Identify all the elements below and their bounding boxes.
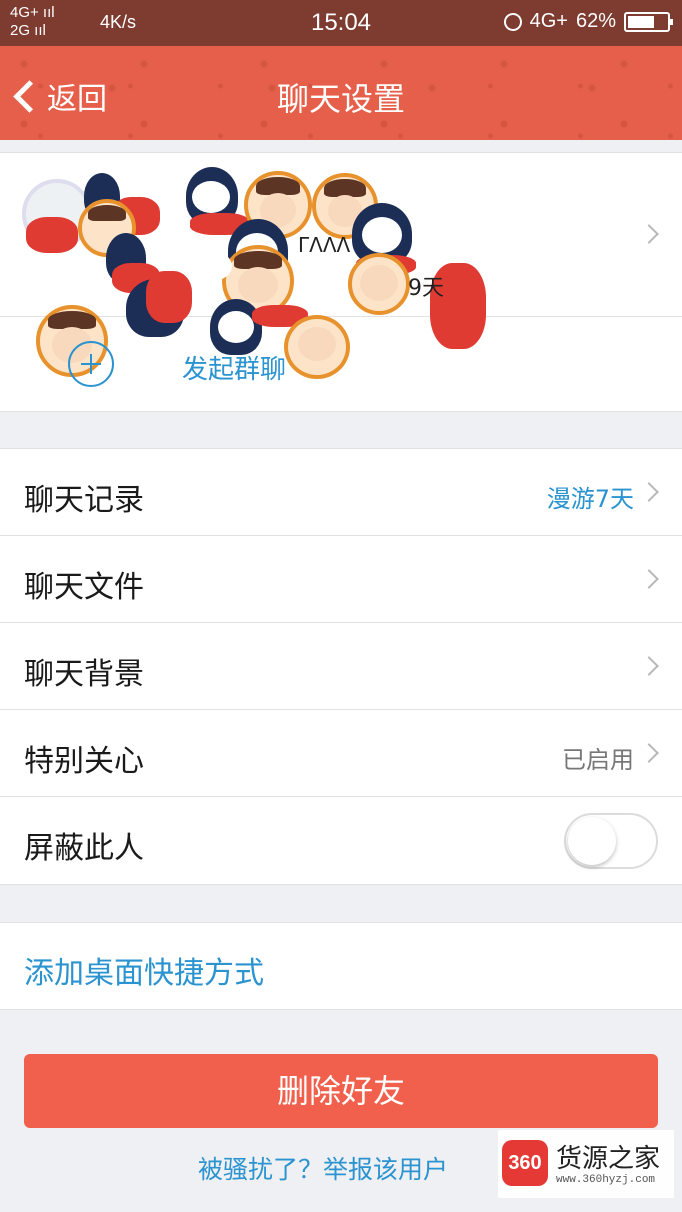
settings-row-block-user: 屏蔽此人 — [0, 797, 682, 884]
battery-percent: 62% — [575, 10, 616, 32]
row-label: 聊天文件 — [24, 570, 144, 605]
settings-row-special-care[interactable]: 特别关心 已启用 — [0, 710, 682, 797]
row-value: 已启用 — [562, 746, 634, 774]
row-label: 聊天背景 — [24, 657, 144, 692]
row-label: 特别关心 — [24, 744, 144, 779]
add-shortcut-label: 添加桌面快捷方式 — [24, 956, 264, 991]
watermark-url: www.360hyzj.com — [556, 1174, 656, 1186]
row-value: 漫游7天 — [546, 485, 634, 513]
profile-section: ΓΛΛΛ 9天 发起群聊 — [0, 152, 682, 412]
network-right: 4G+ — [529, 10, 568, 32]
block-toggle[interactable] — [564, 813, 658, 869]
nav-bar: 返回 聊天设置 — [0, 46, 682, 140]
plus-icon[interactable] — [68, 341, 114, 387]
page-title: 聊天设置 — [276, 80, 405, 118]
row-label: 聊天记录 — [24, 483, 144, 518]
status-right: 4G+ 62% — [503, 10, 673, 33]
chevron-right-icon — [639, 656, 659, 676]
chevron-right-icon — [639, 482, 659, 502]
settings-row-chat-files[interactable]: 聊天文件 — [0, 536, 682, 623]
toggle-knob — [568, 817, 616, 865]
report-user-link[interactable]: 被骚扰了？举报该用户 — [198, 1150, 448, 1186]
watermark-name: 货源之家 — [556, 1144, 661, 1174]
row-label: 屏蔽此人 — [24, 831, 144, 866]
settings-list: 聊天记录 漫游7天 聊天文件 聊天背景 特别关心 已启用 屏蔽此人 — [0, 448, 682, 885]
watermark-logo: 360 — [502, 1140, 548, 1186]
nickname-fragment: ΓΛΛΛ — [298, 233, 351, 257]
watermark: 360 货源之家 www.360hyzj.com — [498, 1130, 674, 1198]
start-group-chat-button[interactable]: 发起群聊 — [182, 349, 286, 386]
delete-friend-button[interactable]: 删除好友 — [24, 1054, 658, 1128]
status-bar: 4G+ ııl 2G ııl 4K/s 15:04 4G+ 62% — [0, 0, 682, 46]
settings-row-chat-history[interactable]: 聊天记录 漫游7天 — [0, 449, 682, 536]
add-shortcut-row[interactable]: 添加桌面快捷方式 — [0, 922, 682, 1010]
alarm-icon — [503, 12, 522, 31]
settings-row-chat-background[interactable]: 聊天背景 — [0, 623, 682, 710]
battery-icon — [624, 11, 673, 32]
age-fragment: 9天 — [408, 276, 444, 301]
chevron-right-icon — [639, 569, 659, 589]
chevron-right-icon — [639, 743, 659, 763]
